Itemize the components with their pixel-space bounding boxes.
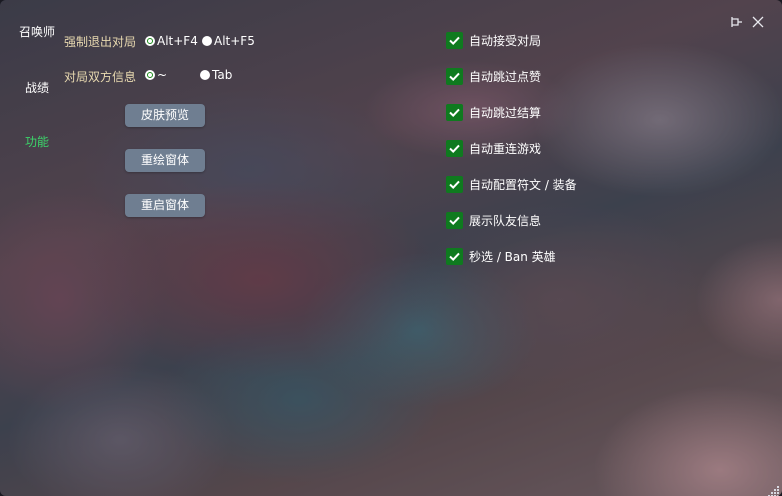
radio-checked-icon <box>145 70 155 80</box>
checkbox-skip-results[interactable]: 自动跳过结算 <box>446 104 541 121</box>
team-info-label: 对局双方信息 <box>64 70 137 84</box>
radio-unchecked-icon <box>200 70 210 80</box>
checkbox-label: 自动重连游戏 <box>469 142 542 156</box>
checkbox-label: 自动跳过点赞 <box>469 70 542 84</box>
checkbox-show-teammates[interactable]: 展示队友信息 <box>446 212 541 229</box>
pin-icon[interactable] <box>728 14 744 30</box>
checkbox-auto-reconnect[interactable]: 自动重连游戏 <box>446 140 541 157</box>
checkmark-icon <box>446 104 463 121</box>
radio-checked-icon <box>145 36 155 46</box>
redraw-window-button[interactable]: 重绘窗体 <box>125 149 205 172</box>
checkbox-label: 展示队友信息 <box>469 214 542 228</box>
radio-unchecked-icon <box>202 36 212 46</box>
checkmark-icon <box>446 212 463 229</box>
force-quit-option-alt-f4[interactable]: Alt+F4 <box>145 34 198 48</box>
checkbox-label: 自动配置符文 / 装备 <box>469 178 577 192</box>
restart-window-button[interactable]: 重启窗体 <box>125 194 205 217</box>
checkmark-icon <box>446 68 463 85</box>
checkmark-icon <box>446 32 463 49</box>
checkbox-label: 秒选 / Ban 英雄 <box>469 250 556 264</box>
checkbox-skip-honor[interactable]: 自动跳过点赞 <box>446 68 541 85</box>
checkbox-label: 自动接受对局 <box>469 34 542 48</box>
checkbox-auto-accept[interactable]: 自动接受对局 <box>446 32 541 49</box>
team-info-option-tab[interactable]: Tab <box>200 68 232 82</box>
radio-label: ~ <box>157 68 168 82</box>
checkbox-instant-pick-ban[interactable]: 秒选 / Ban 英雄 <box>446 248 556 265</box>
resize-grip-icon[interactable] <box>768 482 780 496</box>
checkbox-auto-runes-items[interactable]: 自动配置符文 / 装备 <box>446 176 577 193</box>
radio-label: Tab <box>212 68 233 82</box>
skin-preview-button[interactable]: 皮肤预览 <box>125 104 205 127</box>
checkbox-label: 自动跳过结算 <box>469 106 542 120</box>
radio-label: Alt+F5 <box>214 34 255 48</box>
content-area: 召唤师 战绩 功能 强制退出对局 Alt+F4 Alt+F5 对局双方信息 ~ … <box>0 0 782 496</box>
team-info-option-tilde[interactable]: ~ <box>145 68 167 82</box>
nav-item-match-history[interactable]: 战绩 <box>25 79 49 96</box>
force-quit-label: 强制退出对局 <box>64 35 137 49</box>
close-icon[interactable] <box>750 14 766 30</box>
checkmark-icon <box>446 140 463 157</box>
force-quit-option-alt-f5[interactable]: Alt+F5 <box>202 34 255 48</box>
radio-label: Alt+F4 <box>157 34 198 48</box>
main-window: 召唤师 战绩 功能 强制退出对局 Alt+F4 Alt+F5 对局双方信息 ~ … <box>0 0 782 496</box>
checkmark-icon <box>446 248 463 265</box>
checkmark-icon <box>446 176 463 193</box>
nav-item-summoner[interactable]: 召唤师 <box>19 23 55 40</box>
nav-item-features[interactable]: 功能 <box>25 133 49 150</box>
